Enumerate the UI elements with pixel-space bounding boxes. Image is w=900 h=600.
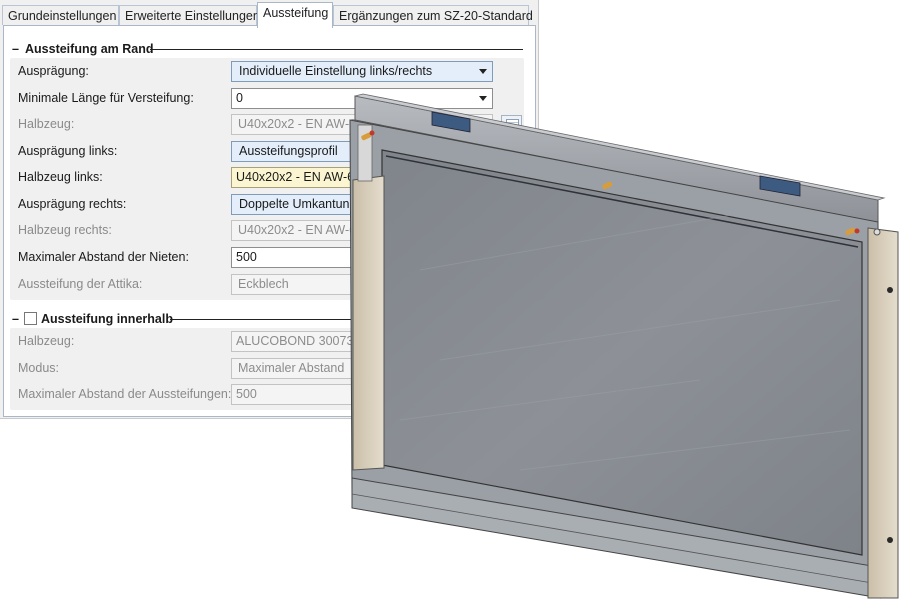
right-stiffener-profile xyxy=(867,227,899,599)
cassette-panel-render xyxy=(349,93,899,599)
rivet-icon xyxy=(887,537,893,543)
rivet-icon xyxy=(887,287,893,293)
rivet-icon xyxy=(873,228,881,236)
tab-aussteifung[interactable]: Aussteifung xyxy=(257,2,333,28)
left-stiffener-profile xyxy=(352,175,385,471)
